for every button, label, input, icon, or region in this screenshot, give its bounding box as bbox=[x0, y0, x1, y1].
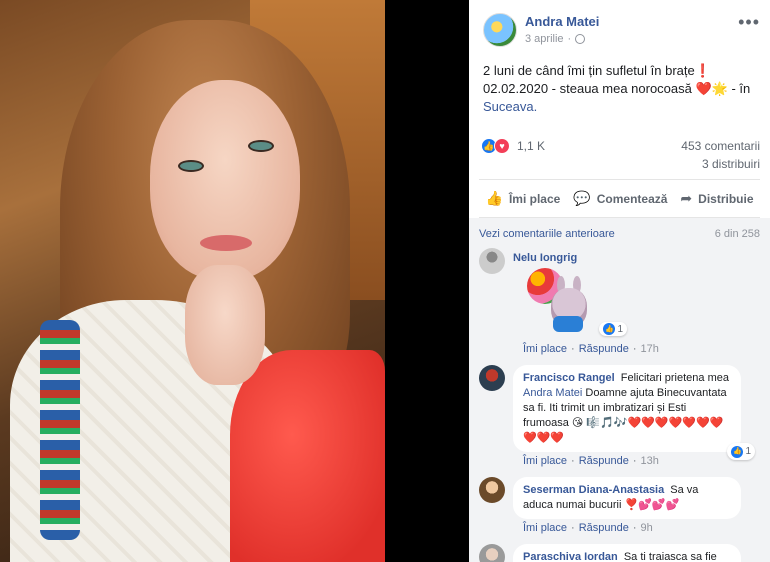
comment-time[interactable]: 9h bbox=[641, 522, 653, 534]
photo-eye-right bbox=[248, 140, 274, 152]
commenter-avatar[interactable] bbox=[479, 365, 505, 391]
comment-reaction-count[interactable]: 👍 1 bbox=[727, 443, 755, 460]
comment-reply-link[interactable]: Răspunde bbox=[579, 343, 629, 355]
comment-text-before: Felicitari prietena mea bbox=[620, 372, 729, 384]
reactions-row: 👍 ♥ 1,1 K 453 comentarii 3 distribuiri bbox=[479, 136, 760, 180]
like-button[interactable]: 👍 Îmi place bbox=[486, 190, 561, 207]
comment-reply-link[interactable]: Răspunde bbox=[579, 522, 629, 534]
author-name[interactable]: Andra Matei bbox=[525, 14, 599, 29]
comment-time[interactable]: 13h bbox=[641, 455, 659, 467]
reaction-icons[interactable]: 👍 ♥ bbox=[481, 138, 510, 154]
comment-icon: 💬 bbox=[573, 190, 591, 206]
comment-button[interactable]: 💬 Comentează bbox=[573, 190, 667, 207]
commenter-name[interactable]: Paraschiva Iordan bbox=[523, 551, 618, 562]
comment-item: Francisco Rangel Felicitari prietena mea… bbox=[477, 365, 762, 473]
comment-reaction-count[interactable]: 👍 1 bbox=[599, 322, 627, 336]
separator: · bbox=[632, 343, 637, 355]
separator: · bbox=[571, 343, 575, 355]
comment-mention[interactable]: Andra Matei bbox=[523, 387, 582, 399]
comment-bubble: Paraschiva Iordan Sa ti traiasca sa fie … bbox=[513, 544, 741, 562]
comment-like-link[interactable]: Îmi place bbox=[523, 455, 567, 467]
photo-embroidery bbox=[40, 320, 80, 540]
post-text: 2 luni de când îmi țin sufletul în brațe… bbox=[469, 58, 770, 136]
comment-reaction-number: 1 bbox=[617, 323, 623, 335]
previous-comments-row: Vezi comentariile anterioare 6 din 258 bbox=[477, 218, 762, 248]
comment-button-label: Comentează bbox=[596, 191, 668, 206]
separator: · bbox=[571, 455, 575, 467]
post-text-main: 2 luni de când îmi țin sufletul în brațe… bbox=[483, 63, 728, 96]
comment-bubble: Francisco Rangel Felicitari prietena mea… bbox=[513, 365, 755, 460]
author-avatar[interactable] bbox=[483, 13, 517, 47]
separator: · bbox=[571, 522, 575, 534]
sticker-image: 👍 1 bbox=[527, 268, 627, 340]
comments-shown-count: 6 din 258 bbox=[714, 228, 760, 240]
post-photo[interactable] bbox=[0, 0, 385, 562]
commenter-avatar[interactable] bbox=[479, 544, 505, 562]
commenter-name[interactable]: Nelu Iongrig bbox=[513, 248, 759, 264]
commenter-name[interactable]: Seserman Diana-Anastasia bbox=[523, 484, 664, 496]
comment-bubble: Seserman Diana-Anastasia Sa va aduca num… bbox=[513, 477, 741, 519]
commenter-avatar[interactable] bbox=[479, 477, 505, 503]
post-location-prefix: - în bbox=[727, 81, 751, 96]
more-options-icon[interactable]: ••• bbox=[738, 12, 760, 33]
share-button[interactable]: ➦ Distribuie bbox=[680, 190, 753, 207]
post-header: Andra Matei 3 aprilie · ••• bbox=[469, 0, 770, 58]
post-location-link[interactable]: Suceava. bbox=[483, 99, 537, 114]
view-previous-comments-link[interactable]: Vezi comentariile anterioare bbox=[479, 228, 615, 240]
comment-actions: Îmi place · Răspunde · 17h bbox=[513, 340, 762, 361]
comment-time[interactable]: 17h bbox=[641, 343, 659, 355]
share-button-label: Distribuie bbox=[698, 191, 754, 206]
like-reaction-icon: 👍 bbox=[731, 445, 744, 458]
post-panel: Andra Matei 3 aprilie · ••• 2 luni de câ… bbox=[469, 0, 770, 562]
commenter-name[interactable]: Francisco Rangel bbox=[523, 372, 615, 384]
photo-baby bbox=[230, 350, 385, 562]
comment-item: Seserman Diana-Anastasia Sa va aduca num… bbox=[477, 477, 762, 540]
globe-icon[interactable] bbox=[575, 34, 586, 44]
photo-hand bbox=[185, 265, 265, 385]
shares-count[interactable]: 3 distribuiri bbox=[702, 157, 760, 171]
separator: · bbox=[632, 522, 637, 534]
comment-actions: Îmi place · Răspunde · 9h bbox=[513, 519, 762, 540]
actions-row: 👍 Îmi place 💬 Comentează ➦ Distribuie bbox=[479, 180, 760, 218]
comment-actions: Îmi place · Răspunde · 13h bbox=[513, 452, 762, 473]
comment-like-link[interactable]: Îmi place bbox=[523, 522, 567, 534]
like-reaction-icon: 👍 bbox=[603, 323, 616, 335]
post-date[interactable]: 3 aprilie bbox=[525, 33, 564, 45]
meta-separator: · bbox=[567, 33, 572, 45]
photo-lips bbox=[200, 235, 252, 251]
like-button-label: Îmi place bbox=[508, 191, 561, 206]
commenter-avatar[interactable] bbox=[479, 248, 505, 274]
post-meta: 3 aprilie · bbox=[525, 33, 586, 45]
comment-reply-link[interactable]: Răspunde bbox=[579, 455, 629, 467]
comment-item: Paraschiva Iordan Sa ti traiasca sa fie … bbox=[477, 544, 762, 562]
share-icon: ➦ bbox=[680, 190, 693, 206]
comment-item: Nelu Iongrig 👍 1 Îmi place · Răspunde · … bbox=[477, 248, 762, 361]
reaction-count[interactable]: 1,1 K bbox=[517, 139, 545, 153]
comments-section: Vezi comentariile anterioare 6 din 258 N… bbox=[469, 218, 770, 562]
photo-eye-left bbox=[178, 160, 204, 172]
bunny-shirt bbox=[553, 316, 583, 332]
comments-count[interactable]: 453 comentarii bbox=[681, 139, 760, 153]
separator: · bbox=[632, 455, 637, 467]
comment-like-link[interactable]: Îmi place bbox=[523, 343, 567, 355]
love-reaction-icon: ♥ bbox=[494, 138, 510, 154]
comment-reaction-number: 1 bbox=[745, 446, 751, 457]
thumbs-up-icon: 👍 bbox=[485, 190, 503, 206]
